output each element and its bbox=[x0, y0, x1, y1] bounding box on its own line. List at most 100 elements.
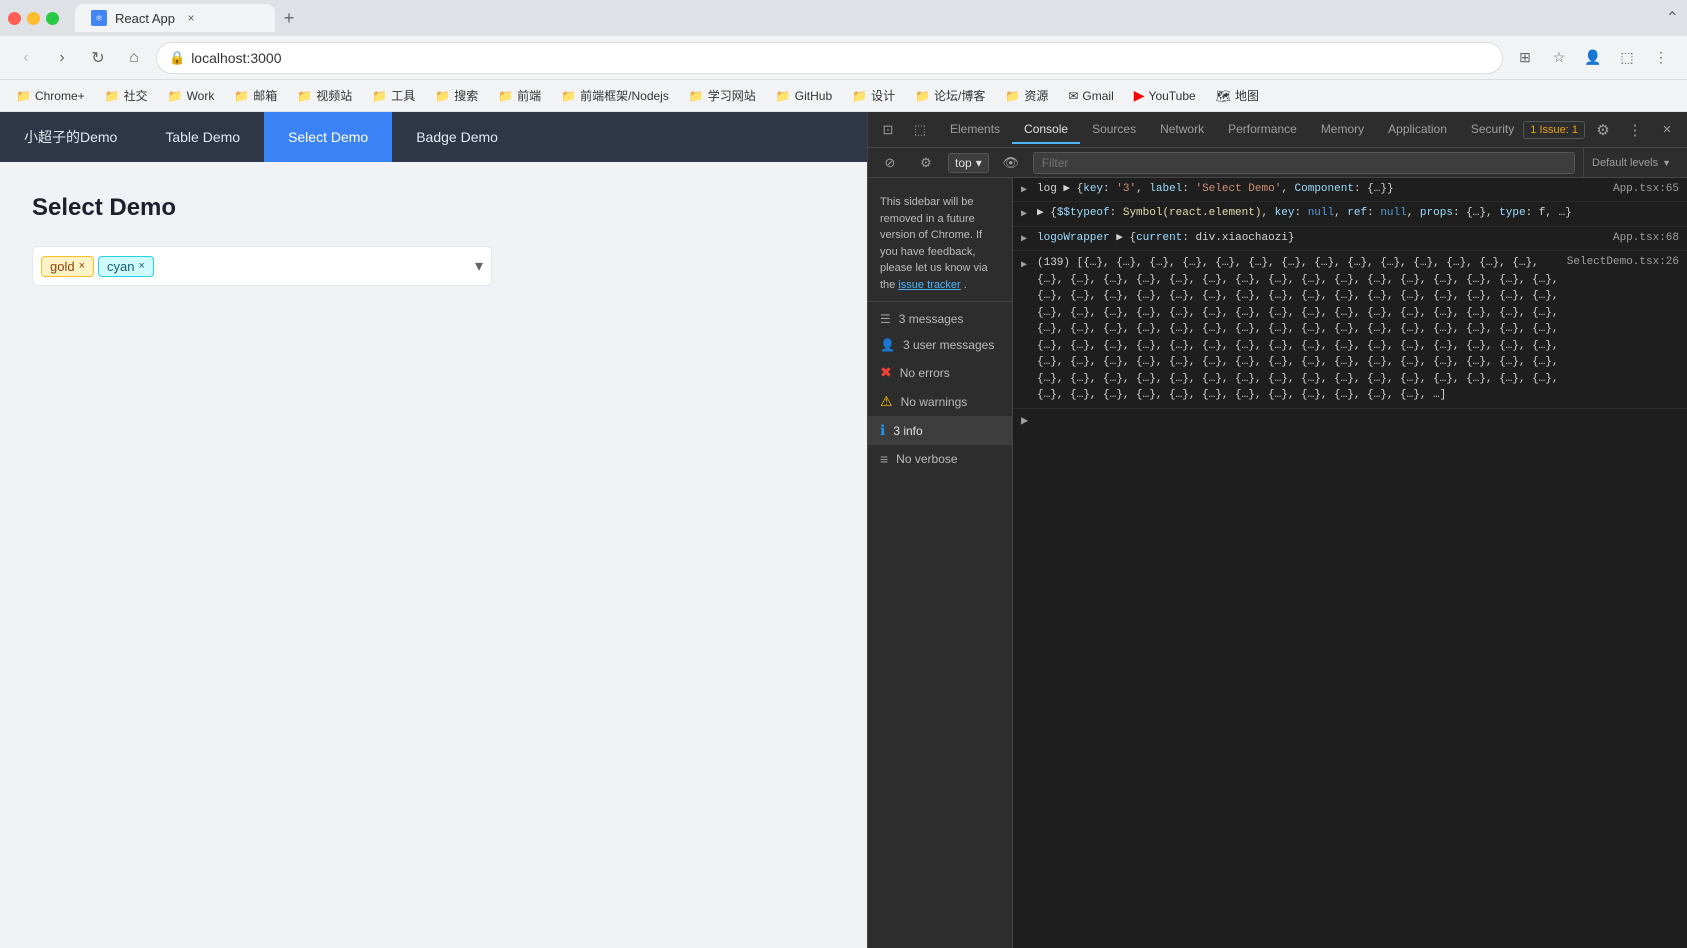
tab-console[interactable]: Console bbox=[1012, 116, 1080, 144]
tag-cyan[interactable]: cyan × bbox=[98, 256, 154, 277]
app-nav: 小超子的Demo Table Demo Select Demo Badge De… bbox=[0, 112, 867, 162]
select-dropdown-arrow[interactable]: ▾ bbox=[475, 256, 483, 276]
sidebar-item-label: 3 messages bbox=[899, 312, 964, 326]
more-devtools-icon[interactable]: ⋮ bbox=[1621, 116, 1649, 144]
bookmark-maps[interactable]: 🗺 地图 bbox=[1208, 85, 1267, 106]
more-options-icon[interactable]: ⋮ bbox=[1647, 44, 1675, 72]
maximize-window-button[interactable] bbox=[46, 12, 59, 25]
console-sidebar: This sidebar will be removed in a future… bbox=[868, 178, 1013, 948]
back-button[interactable]: ‹ bbox=[12, 44, 40, 72]
tab-application[interactable]: Application bbox=[1376, 116, 1459, 144]
bookmark-github[interactable]: 📁 GitHub bbox=[768, 87, 840, 105]
maps-icon: 🗺 bbox=[1216, 89, 1231, 103]
issue-tracker-link[interactable]: issue tracker bbox=[898, 279, 960, 291]
close-devtools-button[interactable]: × bbox=[1653, 116, 1681, 144]
tab-performance[interactable]: Performance bbox=[1216, 116, 1309, 144]
settings-icon[interactable]: ⚙ bbox=[1589, 116, 1617, 144]
bookmark-social[interactable]: 📁 社交 bbox=[97, 85, 156, 106]
devtools-undock-button[interactable]: ⬚ bbox=[906, 116, 934, 144]
console-settings-icon[interactable]: ⚙ bbox=[912, 149, 940, 177]
nav-item-xiaochaozi[interactable]: 小超子的Demo bbox=[0, 112, 141, 162]
tab-console-label: Console bbox=[1024, 122, 1068, 136]
source-link[interactable]: App.tsx:68 bbox=[1613, 231, 1679, 246]
sidebar-message-text: This sidebar will be removed in a future… bbox=[880, 196, 988, 291]
forward-button[interactable]: › bbox=[48, 44, 76, 72]
source-link[interactable]: App.tsx:65 bbox=[1613, 182, 1679, 197]
sidebar-item-errors[interactable]: ✖ No errors bbox=[868, 358, 1012, 387]
browser-frame: ⚛ React App × + ⌃ ‹ › ↻ ⌂ 🔒 localhost:30… bbox=[0, 0, 1687, 948]
sidebar-item-all-messages[interactable]: ☰ 3 messages bbox=[868, 306, 1012, 332]
bookmark-learning[interactable]: 📁 学习网站 bbox=[681, 85, 764, 106]
bookmark-youtube[interactable]: ▶ YouTube bbox=[1126, 85, 1204, 106]
gmail-icon: ✉ bbox=[1068, 89, 1078, 103]
bookmark-video[interactable]: 📁 视频站 bbox=[289, 85, 360, 106]
nav-item-table[interactable]: Table Demo bbox=[141, 112, 264, 162]
reload-button[interactable]: ↻ bbox=[84, 44, 112, 72]
bookmark-forum[interactable]: 📁 论坛/博客 bbox=[907, 85, 993, 106]
console-expand-row[interactable]: ▶ bbox=[1013, 409, 1687, 432]
close-window-button[interactable] bbox=[8, 12, 21, 25]
bookmark-work[interactable]: 📁 Work bbox=[160, 87, 223, 105]
devtools-dock-button[interactable]: ⊡ bbox=[874, 116, 902, 144]
extensions-icon[interactable]: ⬚ bbox=[1613, 44, 1641, 72]
tab-memory[interactable]: Memory bbox=[1309, 116, 1376, 144]
sidebar-item-info[interactable]: ℹ 3 info bbox=[868, 416, 1012, 445]
bookmark-frontend[interactable]: 📁 前端 bbox=[490, 85, 549, 106]
bookmark-search[interactable]: 📁 搜索 bbox=[427, 85, 486, 106]
expand-icon[interactable]: ▶ bbox=[1021, 184, 1027, 198]
select-input[interactable]: gold × cyan × ▾ bbox=[32, 246, 492, 286]
nav-item-badge[interactable]: Badge Demo bbox=[392, 112, 522, 162]
bookmark-chrome-plus[interactable]: 📁 Chrome+ bbox=[8, 87, 93, 105]
url-text: localhost:3000 bbox=[191, 50, 1490, 66]
folder-icon: 📁 bbox=[168, 89, 183, 103]
tag-cyan-close[interactable]: × bbox=[138, 260, 144, 272]
bookmark-nodejs[interactable]: 📁 前端框架/Nodejs bbox=[553, 85, 677, 106]
tab-elements[interactable]: Elements bbox=[938, 116, 1012, 144]
context-selector[interactable]: top ▾ bbox=[948, 153, 989, 173]
tab-security[interactable]: Security bbox=[1459, 116, 1519, 144]
traffic-lights bbox=[8, 12, 59, 25]
tag-gold-close[interactable]: × bbox=[79, 260, 85, 272]
folder-icon: 📁 bbox=[1005, 89, 1020, 103]
minimize-window-button[interactable] bbox=[27, 12, 40, 25]
console-filter-input[interactable] bbox=[1033, 152, 1575, 174]
tab-security-label: Security bbox=[1471, 122, 1514, 136]
expand-icon[interactable]: ▶ bbox=[1021, 259, 1027, 273]
default-levels-dropdown[interactable]: Default levels bbox=[1583, 148, 1679, 178]
clear-console-icon[interactable]: ⊘ bbox=[876, 149, 904, 177]
console-main[interactable]: ▶ log ▶ {key: '3', label: 'Select Demo',… bbox=[1013, 178, 1687, 948]
log-text: (139) [{…}, {…}, {…}, {…}, {…}, {…}, {…}… bbox=[1037, 257, 1559, 401]
tag-gold[interactable]: gold × bbox=[41, 256, 94, 277]
nav-item-select[interactable]: Select Demo bbox=[264, 112, 392, 162]
folder-icon: 📁 bbox=[852, 89, 867, 103]
context-label: top bbox=[955, 156, 972, 170]
tab-sources[interactable]: Sources bbox=[1080, 116, 1148, 144]
sidebar-item-verbose[interactable]: ≡ No verbose bbox=[868, 445, 1012, 473]
bookmark-tools[interactable]: 📁 工具 bbox=[364, 85, 423, 106]
issues-count-badge[interactable]: 1 Issue: 1 bbox=[1523, 121, 1585, 139]
bookmark-design[interactable]: 📁 设计 bbox=[844, 85, 903, 106]
translate-icon[interactable]: ⊞ bbox=[1511, 44, 1539, 72]
nav-item-label: 小超子的Demo bbox=[24, 127, 117, 147]
bookmark-email[interactable]: 📁 邮箱 bbox=[226, 85, 285, 106]
expand-icon[interactable]: ▶ bbox=[1021, 233, 1027, 247]
tab-network[interactable]: Network bbox=[1148, 116, 1216, 144]
sidebar-item-user-messages[interactable]: 👤 3 user messages bbox=[868, 332, 1012, 358]
new-tab-button[interactable]: + bbox=[275, 4, 303, 32]
bookmark-resources[interactable]: 📁 资源 bbox=[997, 85, 1056, 106]
sidebar-item-warnings[interactable]: ⚠ No warnings bbox=[868, 387, 1012, 416]
url-bar[interactable]: 🔒 localhost:3000 bbox=[156, 42, 1503, 74]
profile-icon[interactable]: 👤 bbox=[1579, 44, 1607, 72]
bookmark-label: 邮箱 bbox=[253, 87, 277, 104]
expand-icon[interactable]: ▶ bbox=[1021, 208, 1027, 222]
home-button[interactable]: ⌂ bbox=[120, 44, 148, 72]
bookmark-gmail[interactable]: ✉ Gmail bbox=[1060, 87, 1121, 105]
tab-close-button[interactable]: × bbox=[183, 10, 199, 26]
bookmark-star-icon[interactable]: ☆ bbox=[1545, 44, 1573, 72]
sidebar-period: . bbox=[964, 279, 967, 291]
active-tab[interactable]: ⚛ React App × bbox=[75, 4, 275, 32]
source-link[interactable]: SelectDemo.tsx:26 bbox=[1567, 255, 1679, 270]
eye-icon[interactable]: 👁 bbox=[997, 149, 1025, 177]
sidebar-item-label: No errors bbox=[900, 366, 950, 380]
expand-array-icon[interactable]: ▶ bbox=[1021, 413, 1028, 428]
